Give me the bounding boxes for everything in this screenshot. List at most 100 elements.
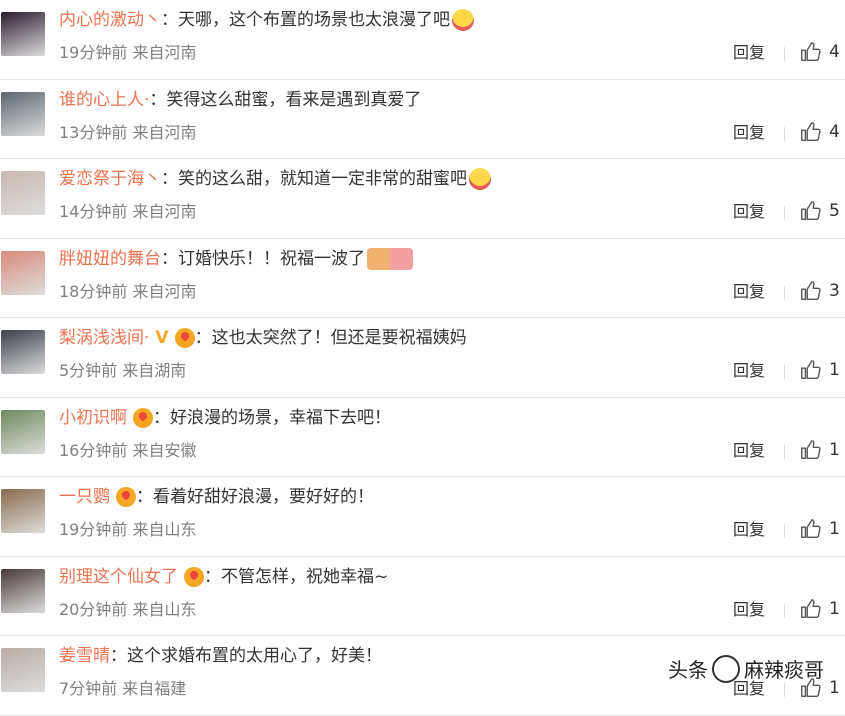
comment-location: 来自山东 <box>132 599 197 619</box>
colon-separator: ： <box>161 169 178 189</box>
comment-text: 不管怎样，祝她幸福~ <box>221 566 389 587</box>
reply-button[interactable]: 回复 <box>733 360 765 382</box>
reply-button[interactable]: 回复 <box>733 42 765 64</box>
comment-location: 来自山东 <box>132 520 197 539</box>
scream-emoji-icon <box>469 168 491 190</box>
reply-button[interactable]: 回复 <box>733 599 765 621</box>
comment-line: 姜雪晴：这个求婚布置的太用心了，好美！ <box>59 644 382 668</box>
username-link[interactable]: 梨涡浅浅间· <box>59 326 149 350</box>
comment-item: 小初识啊 ：好浪漫的场景，幸福下去吧！ 16分钟前 来自安徽 回复 1 <box>0 398 845 477</box>
comment-location: 来自河南 <box>132 202 197 221</box>
avatar[interactable] <box>1 489 45 533</box>
username-link[interactable]: 一只鹦 <box>59 485 110 509</box>
reply-button[interactable]: 回复 <box>733 281 765 303</box>
comment-text: 这个求婚布置的太用心了，好美！ <box>127 646 382 666</box>
reply-button[interactable]: 回复 <box>733 440 765 462</box>
reply-button[interactable]: 回复 <box>733 122 765 144</box>
comment-item: 谁的心上人·：笑得这么甜蜜，看来是遇到真爱了 13分钟前 来自河南 回复 4 <box>0 80 845 159</box>
like-button[interactable]: 1 <box>799 439 840 461</box>
colon-separator: ： <box>161 10 178 30</box>
like-count: 4 <box>829 121 840 142</box>
like-button[interactable]: 4 <box>799 41 840 63</box>
comment-line: 小初识啊 ：好浪漫的场景，幸福下去吧！ <box>59 406 391 430</box>
watermark-name: 麻辣痰哥 <box>744 658 824 682</box>
avatar[interactable] <box>1 250 45 295</box>
heart-badge-icon <box>174 328 195 348</box>
comment-line: 一只鹦 ：看着好甜好浪漫，要好好的！ <box>59 485 374 509</box>
comment-location: 来自福建 <box>122 679 187 698</box>
comment-text: 这也太突然了！但还是要祝福姨妈 <box>211 328 467 348</box>
comment-text: 笑的这么甜，就知道一定非常的甜蜜吧 <box>178 169 467 189</box>
colon-separator: ： <box>153 407 170 428</box>
comment-time: 14分钟前 <box>59 202 128 221</box>
comment-item: 梨涡浅浅间· V ：这也太突然了！但还是要祝福姨妈 5分钟前 来自湖南 回复 1 <box>0 318 845 398</box>
divider <box>784 285 785 300</box>
watermark: 头条 麻辣痰哥 <box>668 654 824 683</box>
comment-meta: 19分钟前 来自河南 <box>59 42 196 64</box>
comment-location: 来自河南 <box>132 43 197 62</box>
like-count: 1 <box>829 678 840 698</box>
comment-location: 来自河南 <box>132 122 197 142</box>
username-link[interactable]: 谁的心上人· <box>59 88 149 112</box>
comment-item: 别理这个仙女了 ：不管怎样，祝她幸福~ 20分钟前 来自山东 回复 1 <box>0 557 845 636</box>
avatar[interactable] <box>1 330 45 374</box>
comment-location: 来自湖南 <box>122 361 187 380</box>
like-button[interactable]: 1 <box>799 359 840 381</box>
thumbs-up-icon <box>799 439 821 461</box>
kiss-couple-emoji-icon <box>367 247 413 270</box>
comment-location: 来自安徽 <box>132 440 197 460</box>
comment-text: 笑得这么甜蜜，看来是遇到真爱了 <box>166 89 422 110</box>
comment-meta: 18分钟前 来自河南 <box>59 281 196 303</box>
avatar[interactable] <box>1 171 45 215</box>
comment-time: 20分钟前 <box>59 599 128 619</box>
thumbs-up-icon <box>799 121 821 143</box>
like-count: 5 <box>829 201 840 221</box>
colon-separator: ： <box>110 646 127 666</box>
username-link[interactable]: 姜雪晴 <box>59 644 110 668</box>
like-button[interactable]: 1 <box>799 598 840 620</box>
comment-line: 胖妞妞的舞台：订婚快乐！！祝福一波了 <box>59 247 413 271</box>
divider <box>784 524 785 538</box>
comment-time: 18分钟前 <box>59 281 128 301</box>
comment-text: 天哪，这个布置的场景也太浪漫了吧 <box>178 10 450 30</box>
like-count: 1 <box>829 598 840 619</box>
thumbs-up-icon <box>799 359 821 381</box>
comment-line: 内心的激动丶：天哪，这个布置的场景也太浪漫了吧 <box>59 8 474 32</box>
thumbs-up-icon <box>799 598 821 620</box>
like-count: 3 <box>829 280 840 301</box>
heart-badge-icon <box>116 487 136 507</box>
like-button[interactable]: 4 <box>799 121 840 143</box>
like-button[interactable]: 3 <box>799 280 840 302</box>
colon-separator: ： <box>161 248 178 269</box>
avatar[interactable] <box>1 648 45 692</box>
like-count: 4 <box>829 42 840 62</box>
like-button[interactable]: 5 <box>799 200 840 222</box>
username-link[interactable]: 爱恋祭于海丶 <box>59 167 161 191</box>
comment-list: 内心的激动丶：天哪，这个布置的场景也太浪漫了吧 19分钟前 来自河南 回复 4 谁的心上… <box>0 0 845 716</box>
reply-button[interactable]: 回复 <box>733 201 765 223</box>
comment-meta: 5分钟前 来自湖南 <box>59 360 186 382</box>
thumbs-up-icon <box>799 41 821 63</box>
comment-time: 5分钟前 <box>59 361 118 380</box>
avatar[interactable] <box>1 12 45 56</box>
v-badge-icon: V <box>155 328 169 348</box>
avatar[interactable] <box>1 568 45 613</box>
comment-line: 别理这个仙女了 ：不管怎样，祝她幸福~ <box>59 565 388 589</box>
comment-meta: 19分钟前 来自山东 <box>59 519 196 541</box>
username-link[interactable]: 胖妞妞的舞台 <box>59 247 161 271</box>
divider <box>784 206 785 220</box>
comment-text: 好浪漫的场景，幸福下去吧！ <box>170 407 391 428</box>
colon-separator: ： <box>149 89 167 110</box>
avatar[interactable] <box>1 409 45 454</box>
comment-time: 16分钟前 <box>59 440 128 460</box>
thumbs-up-icon <box>799 200 821 222</box>
avatar[interactable] <box>1 91 45 136</box>
username-link[interactable]: 小初识啊 <box>59 406 127 430</box>
comment-text: 订婚快乐！！祝福一波了 <box>178 248 365 269</box>
divider <box>784 603 785 618</box>
comment-time: 19分钟前 <box>59 43 128 62</box>
like-button[interactable]: 1 <box>799 518 840 540</box>
reply-button[interactable]: 回复 <box>733 519 765 541</box>
username-link[interactable]: 内心的激动丶 <box>59 8 161 32</box>
username-link[interactable]: 别理这个仙女了 <box>59 565 178 589</box>
